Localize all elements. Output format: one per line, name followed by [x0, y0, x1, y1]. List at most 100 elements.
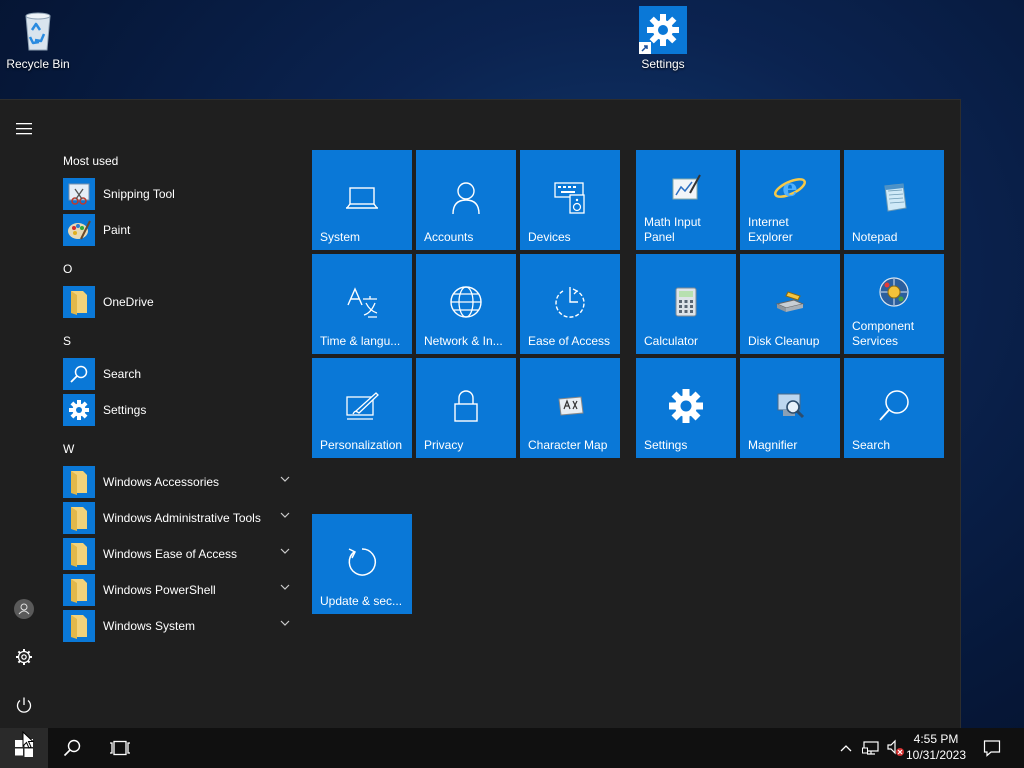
tile-label: Accounts: [424, 230, 474, 244]
folder-icon: [63, 466, 95, 498]
app-label: Windows Accessories: [103, 475, 220, 489]
app-label: Windows System: [103, 619, 196, 633]
tile-ease-of-access[interactable]: Ease of Access: [520, 254, 620, 354]
app-settings[interactable]: Settings: [63, 393, 293, 427]
folder-icon: [63, 610, 95, 642]
tile-calculator[interactable]: Calculator: [636, 254, 736, 354]
app-label: Snipping Tool: [103, 187, 175, 201]
tile-update-security[interactable]: Update & sec...: [312, 514, 412, 614]
task-view-icon: [110, 740, 130, 756]
tile-search[interactable]: Search: [844, 358, 944, 458]
action-center-button[interactable]: [968, 728, 1016, 768]
tile-label: Calculator: [644, 334, 699, 348]
gear-icon: [636, 386, 736, 426]
tile-math-input-panel[interactable]: Math Input Panel: [636, 150, 736, 250]
update-icon: [312, 542, 412, 582]
system-clock[interactable]: 4:55 PM 10/31/2023: [896, 731, 976, 763]
tile-disk-cleanup[interactable]: Disk Cleanup: [740, 254, 840, 354]
gear-icon: [63, 394, 95, 426]
personalization-icon: [312, 386, 412, 426]
tile-label: Notepad: [852, 230, 898, 244]
chevron-down-icon: [280, 512, 290, 518]
tile-devices[interactable]: Devices: [520, 150, 620, 250]
app-search[interactable]: Search: [63, 357, 293, 391]
clock-date: 10/31/2023: [905, 748, 967, 762]
start-button[interactable]: [0, 728, 48, 768]
tile-accounts[interactable]: Accounts: [416, 150, 516, 250]
app-list: Most used Snipping Tool Paint O OneDrive…: [48, 100, 300, 728]
chevron-down-icon: [280, 620, 290, 626]
group-header-o[interactable]: O: [63, 262, 72, 276]
app-label: Search: [103, 367, 142, 381]
tile-notepad[interactable]: Notepad: [844, 150, 944, 250]
app-snipping-tool[interactable]: Snipping Tool: [63, 177, 293, 211]
tile-label: Component Services: [852, 319, 915, 348]
taskbar-search-button[interactable]: [48, 728, 96, 768]
notepad-icon: [844, 178, 944, 218]
folder-windows-system[interactable]: Windows System: [63, 609, 293, 643]
search-icon: [844, 386, 944, 426]
tile-label: Devices: [528, 230, 571, 244]
show-hidden-icons-button[interactable]: [834, 728, 858, 768]
folder-windows-powershell[interactable]: Windows PowerShell: [63, 573, 293, 607]
group-header-w[interactable]: W: [63, 442, 74, 456]
tile-label: Network & In...: [424, 334, 503, 348]
taskbar: 4:55 PM 10/31/2023: [0, 728, 1024, 768]
task-view-button[interactable]: [96, 728, 144, 768]
folder-windows-accessories[interactable]: Windows Accessories: [63, 465, 293, 499]
ease-of-access-icon: [520, 282, 620, 322]
power-button[interactable]: [0, 683, 48, 727]
recycle-bin-icon: [14, 6, 62, 54]
tile-label: Ease of Access: [528, 334, 611, 348]
gear-icon: [639, 6, 687, 54]
folder-icon: [63, 502, 95, 534]
account-button[interactable]: [0, 587, 48, 631]
start-rail: [0, 100, 48, 728]
tile-magnifier[interactable]: Magnifier: [740, 358, 840, 458]
tile-character-map[interactable]: Character Map: [520, 358, 620, 458]
tile-internet-explorer[interactable]: e Internet Explorer: [740, 150, 840, 250]
tile-system[interactable]: System: [312, 150, 412, 250]
disk-cleanup-icon: [740, 282, 840, 322]
svg-text:e: e: [782, 173, 797, 202]
lock-icon: [416, 386, 516, 426]
network-icon: [862, 741, 879, 755]
clock-time: 4:55 PM: [913, 732, 959, 746]
tile-network-internet[interactable]: Network & In...: [416, 254, 516, 354]
desktop-icon-settings[interactable]: Settings: [625, 6, 701, 71]
desktop-icon-label: Settings: [641, 57, 685, 71]
desktop-icon-recycle-bin[interactable]: Recycle Bin: [0, 6, 76, 71]
folder-windows-ease-of-access[interactable]: Windows Ease of Access: [63, 537, 293, 571]
settings-button[interactable]: [0, 635, 48, 679]
tile-privacy[interactable]: Privacy: [416, 358, 516, 458]
app-label: Windows Administrative Tools: [103, 511, 261, 525]
tile-label: Search: [852, 438, 891, 452]
expand-menu-button[interactable]: [0, 107, 48, 151]
app-paint[interactable]: Paint: [63, 213, 293, 247]
laptop-icon: [312, 178, 412, 218]
tile-personalization[interactable]: Personalization: [312, 358, 412, 458]
gear-icon: [16, 649, 32, 665]
tile-settings[interactable]: Settings: [636, 358, 736, 458]
paint-icon: [63, 214, 95, 246]
tile-time-language[interactable]: Time & langu...: [312, 254, 412, 354]
folder-icon: [63, 538, 95, 570]
tile-label: Time & langu...: [320, 334, 401, 348]
group-header-s[interactable]: S: [63, 334, 71, 348]
start-menu: Most used Snipping Tool Paint O OneDrive…: [0, 99, 961, 728]
component-services-icon: [844, 272, 944, 312]
hamburger-icon: [16, 123, 32, 135]
user-icon: [14, 599, 34, 619]
network-tray-button[interactable]: [858, 728, 884, 768]
app-label: Settings: [103, 403, 147, 417]
app-onedrive[interactable]: OneDrive: [63, 285, 293, 319]
tile-component-services[interactable]: Component Services: [844, 254, 944, 354]
tile-label: Character Map: [528, 438, 608, 452]
action-center-icon: [983, 740, 1001, 757]
math-input-icon: [636, 168, 736, 208]
chevron-down-icon: [280, 584, 290, 590]
folder-windows-administrative-tools[interactable]: Windows Administrative Tools: [63, 501, 293, 535]
desktop-icon-label: Recycle Bin: [6, 57, 70, 71]
chevron-down-icon: [280, 476, 290, 482]
app-label: Windows PowerShell: [103, 583, 216, 597]
